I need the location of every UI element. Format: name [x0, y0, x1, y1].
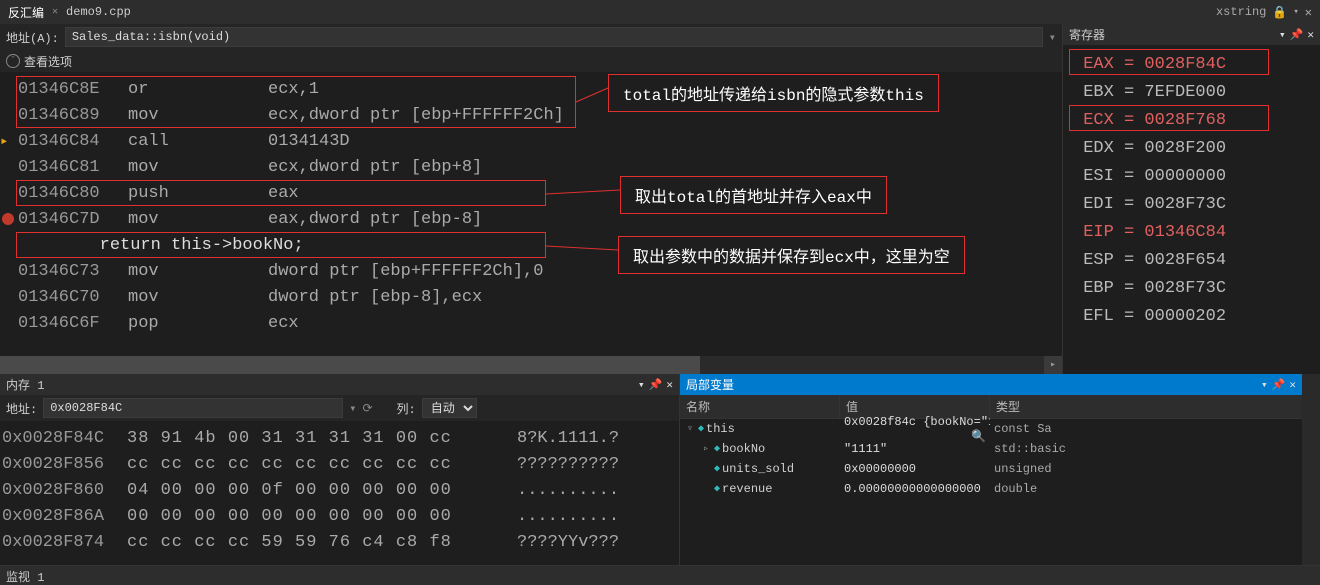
register-ecx[interactable]: ECX = 0028F768 [1073, 107, 1310, 135]
local-row[interactable]: ▿◆this0x0028f84c {bookNo="111🔍const Sa [680, 419, 1302, 439]
panel-dropdown-icon[interactable]: ▾ [1261, 378, 1268, 392]
lock-icon: 🔒 [1272, 5, 1287, 20]
col-name[interactable]: 名称 [680, 395, 840, 418]
locals-panel: 局部变量 ▾ 📌 ✕ 名称 值 类型 ▿◆this0x0028f84c {boo… [680, 374, 1302, 565]
callout-3: 取出参数中的数据并保存到ecx中，这里为空 [618, 236, 965, 274]
variable-icon: ◆ [714, 443, 720, 455]
memory-row[interactable]: 0x0028F874cc cc cc cc 59 59 76 c4 c8 f8?… [0, 529, 679, 555]
memory-title: 内存 1 [6, 376, 44, 393]
asm-line[interactable]: ▸01346C84call0134143D [0, 128, 1062, 154]
register-edi[interactable]: EDI = 0028F73C [1073, 191, 1310, 219]
local-row[interactable]: ◆revenue0.00000000000000000double [680, 479, 1302, 499]
memory-address-label: 地址: [6, 400, 37, 417]
horizontal-scrollbar[interactable]: ▸ [0, 356, 1062, 374]
asm-line[interactable]: 01346C7Dmoveax,dword ptr [ebp-8] [0, 206, 1062, 232]
chevron-down-icon[interactable]: ˇ [6, 54, 20, 68]
locals-title: 局部变量 [686, 376, 734, 393]
tab-disassembly[interactable]: 反汇编 [8, 4, 44, 21]
file-tabs: 反汇编 ✕ demo9.cpp xstring 🔒 ▾ ✕ [0, 0, 1320, 24]
dropdown-icon[interactable]: ▾ [1293, 7, 1298, 17]
close-icon[interactable]: ✕ [1289, 378, 1296, 392]
memory-row[interactable]: 0x0028F856cc cc cc cc cc cc cc cc cc cc?… [0, 451, 679, 477]
callout-1: total的地址传递给isbn的隐式参数this [608, 74, 939, 112]
pin-icon[interactable]: 📌 [1272, 378, 1286, 392]
register-esp[interactable]: ESP = 0028F654 [1073, 247, 1310, 275]
view-options-label[interactable]: 查看选项 [24, 53, 72, 70]
register-efl[interactable]: EFL = 00000202 [1073, 303, 1310, 331]
variable-icon: ◆ [714, 463, 720, 475]
address-input[interactable] [65, 27, 1043, 47]
register-ebp[interactable]: EBP = 0028F73C [1073, 275, 1310, 303]
locals-column-headers: 名称 值 类型 [680, 395, 1302, 419]
memory-row[interactable]: 0x0028F86004 00 00 00 0f 00 00 00 00 00.… [0, 477, 679, 503]
address-label: 地址(A): [6, 29, 59, 46]
tab-xstring[interactable]: xstring [1216, 5, 1266, 19]
pin-icon[interactable]: 📌 [649, 378, 663, 392]
registers-panel: 寄存器 ▾ 📌 ✕ EAX = 0028F84C EBX = 7EFDE000 … [1062, 24, 1320, 374]
close-icon[interactable]: ✕ [666, 378, 673, 392]
close-icon[interactable]: ✕ [1307, 28, 1314, 42]
asm-line[interactable]: 01346C6Fpopecx [0, 310, 1062, 336]
register-eip[interactable]: EIP = 01346C84 [1073, 219, 1310, 247]
register-esi[interactable]: ESI = 00000000 [1073, 163, 1310, 191]
memory-row[interactable]: 0x0028F84C38 91 4b 00 31 31 31 31 00 cc8… [0, 425, 679, 451]
asm-line[interactable]: 01346C81movecx,dword ptr [ebp+8] [0, 154, 1062, 180]
pin-icon[interactable]: 📌 [1290, 28, 1304, 42]
address-dropdown-icon[interactable]: ▾ [1049, 30, 1056, 45]
disassembly-panel: 地址(A): ▾ ˇ 查看选项 01346C8Eorecx,101346C89m… [0, 24, 1062, 374]
memory-address-input[interactable] [43, 398, 343, 418]
locals-body: ▿◆this0x0028f84c {bookNo="111🔍const Sa▹◆… [680, 419, 1302, 565]
close-icon[interactable]: ✕ [1305, 5, 1312, 20]
register-ebx[interactable]: EBX = 7EFDE000 [1073, 79, 1310, 107]
dropdown-icon[interactable]: ▾ [349, 401, 356, 416]
expand-icon[interactable]: ▿ [684, 423, 696, 435]
local-row[interactable]: ▹◆bookNo"1111"std::basic [680, 439, 1302, 459]
current-line-icon: ▸ [0, 133, 8, 150]
panel-dropdown-icon[interactable]: ▾ [638, 378, 645, 392]
variable-icon: ◆ [698, 423, 704, 435]
memory-panel: 内存 1 ▾ 📌 ✕ 地址: ▾ ⟳ 列: 自动 0x0028F84C38 91… [0, 374, 680, 565]
asm-line[interactable]: 01346C80pusheax [0, 180, 1062, 206]
asm-body: 01346C8Eorecx,101346C89movecx,dword ptr … [0, 72, 1062, 356]
registers-body: EAX = 0028F84C EBX = 7EFDE000 ECX = 0028… [1063, 45, 1320, 337]
callout-2: 取出total的首地址并存入eax中 [620, 176, 887, 214]
vertical-scrollbar[interactable] [1302, 374, 1320, 565]
breakpoint-icon[interactable] [2, 213, 14, 225]
register-eax[interactable]: EAX = 0028F84C [1073, 51, 1310, 79]
local-row[interactable]: ◆units_sold0x00000000unsigned [680, 459, 1302, 479]
columns-label: 列: [397, 400, 416, 417]
refresh-icon[interactable]: ⟳ [362, 401, 372, 416]
columns-select[interactable]: 自动 [422, 398, 477, 418]
tab-source[interactable]: demo9.cpp [66, 5, 131, 19]
expand-icon[interactable]: ▹ [700, 443, 712, 455]
registers-title: 寄存器 [1069, 26, 1105, 43]
asm-line[interactable]: 01346C70movdword ptr [ebp-8],ecx [0, 284, 1062, 310]
pin-icon[interactable]: ✕ [52, 6, 58, 18]
panel-dropdown-icon[interactable]: ▾ [1279, 28, 1286, 42]
variable-icon: ◆ [714, 483, 720, 495]
watch-tab[interactable]: 监视 1 [0, 565, 1320, 585]
memory-row[interactable]: 0x0028F86A00 00 00 00 00 00 00 00 00 00.… [0, 503, 679, 529]
col-type[interactable]: 类型 [990, 395, 1302, 418]
register-edx[interactable]: EDX = 0028F200 [1073, 135, 1310, 163]
memory-body: 0x0028F84C38 91 4b 00 31 31 31 31 00 cc8… [0, 421, 679, 565]
